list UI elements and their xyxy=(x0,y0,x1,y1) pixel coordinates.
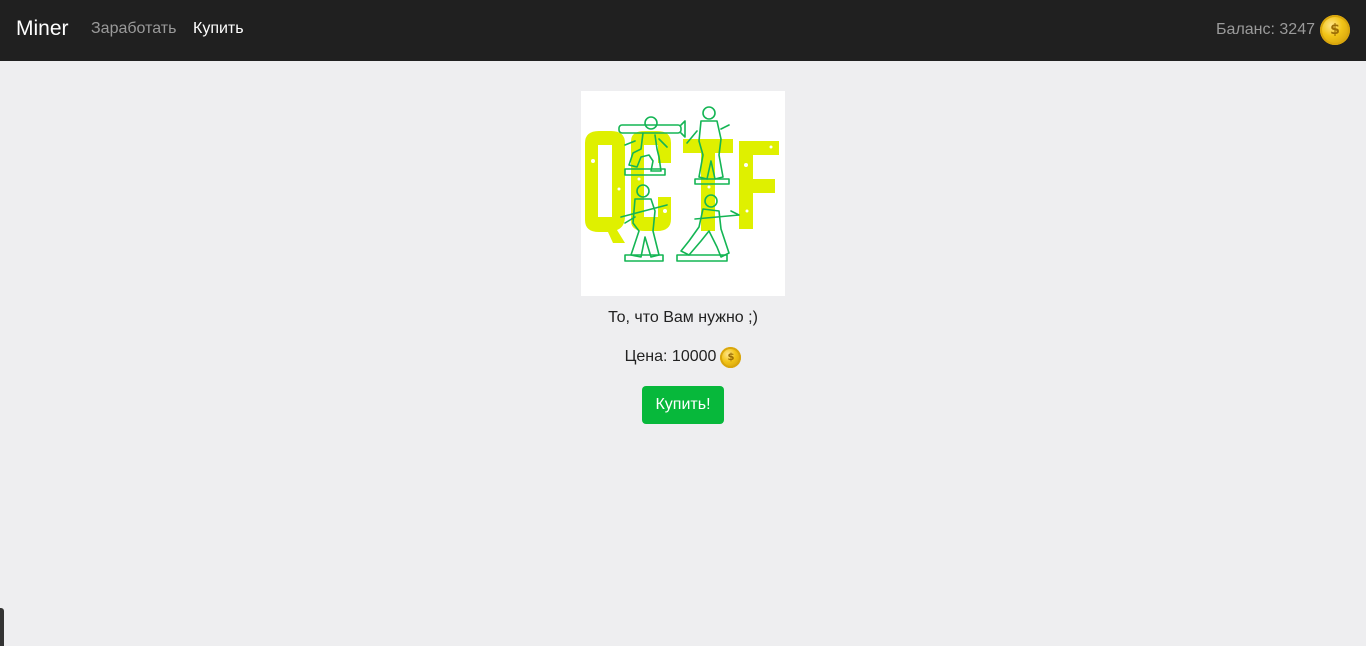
price-label: Цена: 10000 xyxy=(624,348,717,365)
buy-button[interactable]: Купить! xyxy=(642,386,724,424)
price-row: Цена: 10000 xyxy=(0,346,1366,368)
balance-label: Баланс: 3247 xyxy=(1216,21,1315,38)
product-image xyxy=(581,91,785,296)
brand-link[interactable]: Miner xyxy=(16,15,69,43)
top-navbar: Miner Заработать Купить Баланс: 3247 xyxy=(0,0,1366,61)
toy-soldiers-logo-icon xyxy=(585,106,779,262)
coin-icon xyxy=(720,346,742,368)
coin-icon xyxy=(1320,15,1350,45)
side-tab-handle[interactable] xyxy=(0,608,4,646)
nav-link-buy[interactable]: Купить xyxy=(193,18,244,40)
product-description: То, что Вам нужно ;) xyxy=(608,309,758,326)
nav-link-earn[interactable]: Заработать xyxy=(91,18,176,40)
balance-display: Баланс: 3247 xyxy=(1216,13,1350,47)
